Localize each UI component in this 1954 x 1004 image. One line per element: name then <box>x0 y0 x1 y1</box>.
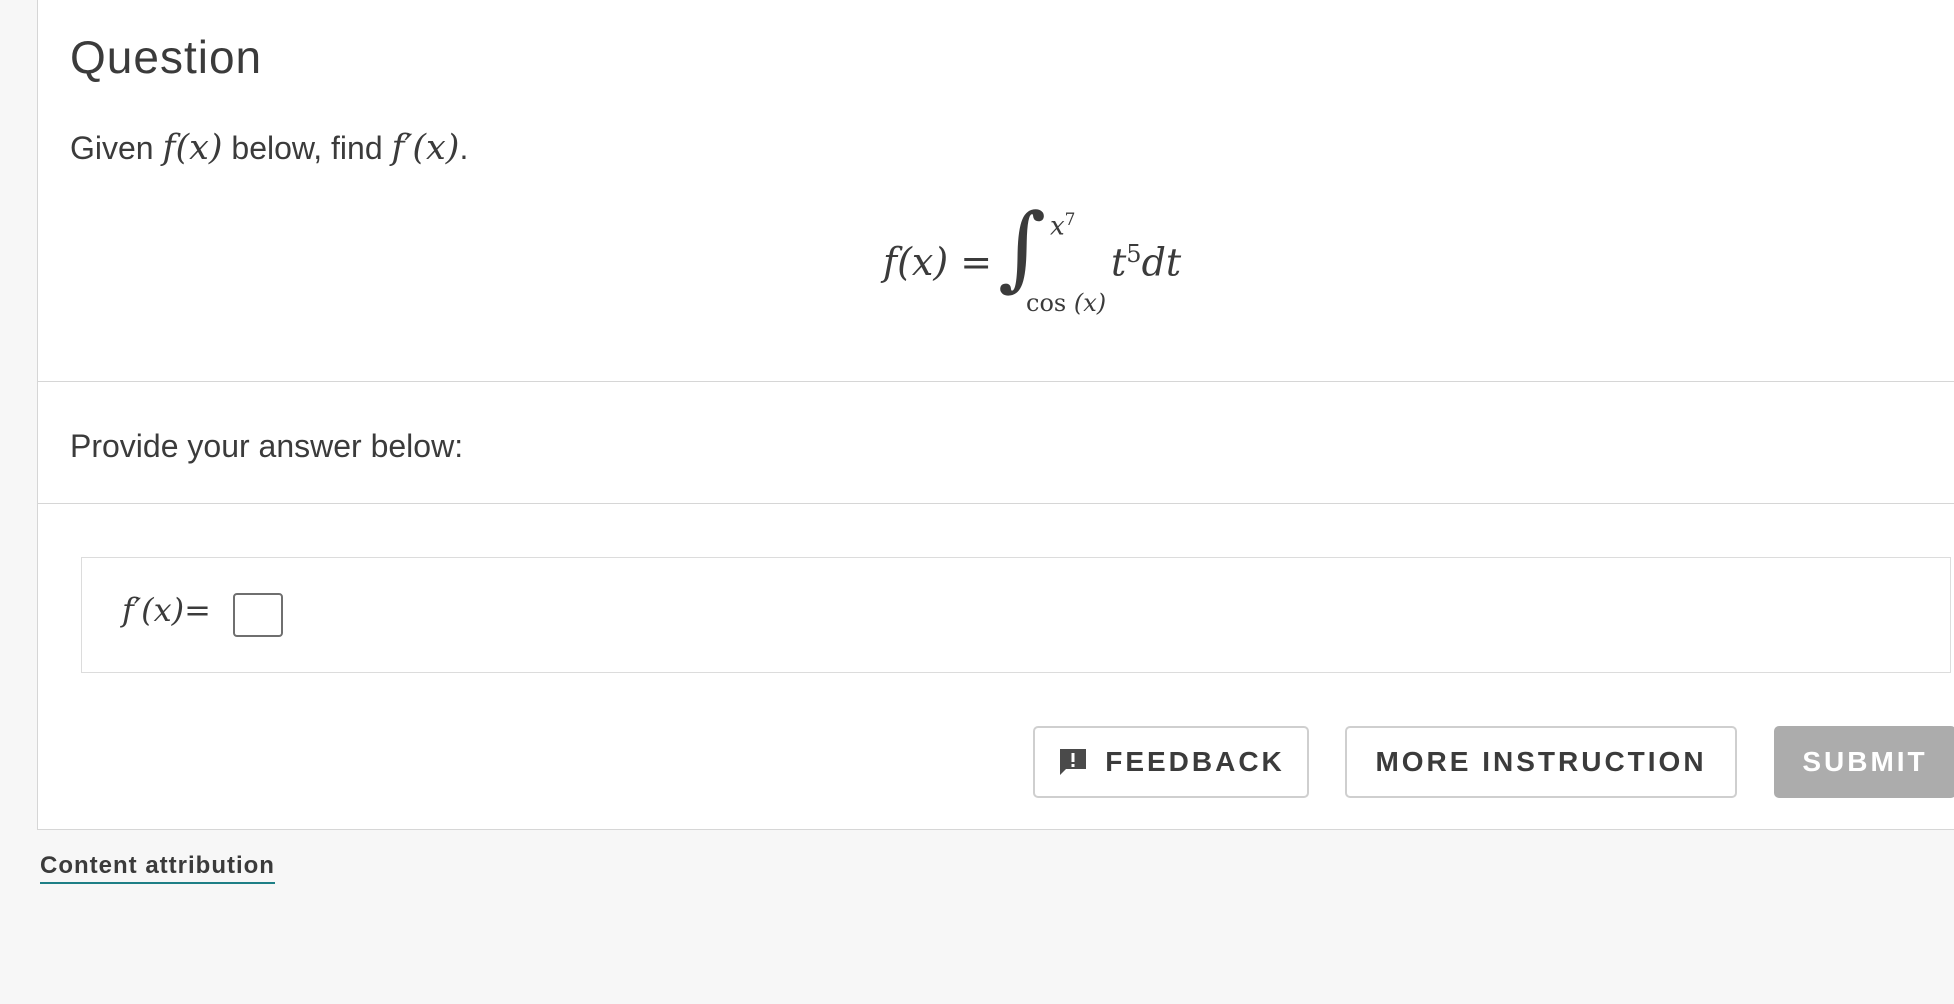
question-heading: Question <box>70 31 263 83</box>
section-divider <box>38 381 1954 382</box>
prompt-end: . <box>459 130 469 166</box>
answer-label: f′(x)= <box>122 591 211 629</box>
prompt-middle: below, find <box>231 130 383 166</box>
equation-fx: f(x) <box>883 240 949 284</box>
equation-equals: = <box>960 240 993 284</box>
more-instruction-button[interactable]: MORE INSTRUCTION <box>1345 726 1737 798</box>
question-prompt: Given f(x) below, find f′(x). <box>70 128 468 168</box>
equation-lhs: f(x) = <box>883 240 992 284</box>
integral-equation: f(x) = ∫ x7 cos (x) t5dt <box>883 200 1223 320</box>
answer-input[interactable] <box>233 593 283 637</box>
answer-equals: = <box>184 591 211 629</box>
feedback-alert-icon <box>1060 749 1087 775</box>
integrand-exponent: 5 <box>1126 240 1142 268</box>
more-instruction-label: MORE INSTRUCTION <box>1375 746 1707 777</box>
integral-upper-limit: x7 <box>1050 210 1076 242</box>
prompt-fx: f(x) <box>162 128 223 168</box>
feedback-label: FEEDBACK <box>1105 746 1285 777</box>
submit-label: SUBMIT <box>1802 746 1928 777</box>
feedback-button[interactable]: FEEDBACK <box>1033 726 1309 798</box>
lower-limit-arg: (x) <box>1073 289 1107 317</box>
prompt-fprime: f′(x) <box>391 128 460 168</box>
section-divider <box>38 503 1954 504</box>
content-attribution-link[interactable]: Content attribution <box>40 852 275 884</box>
integrand-base: t <box>1111 240 1127 285</box>
integral-sign: ∫ <box>998 194 1046 301</box>
question-card: Question Given f(x) below, find f′(x). f… <box>37 0 1954 830</box>
integral-lower-limit: cos (x) <box>1026 289 1106 317</box>
upper-limit-exponent: 7 <box>1064 210 1076 230</box>
answer-fprime: f′(x) <box>122 591 185 629</box>
answer-instruction: Provide your answer below: <box>70 428 464 464</box>
answer-area: f′(x)= <box>81 557 1951 673</box>
submit-button[interactable]: SUBMIT <box>1774 726 1954 798</box>
upper-limit-base: x <box>1050 211 1065 242</box>
lower-limit-func: cos <box>1026 289 1067 317</box>
integrand: t5dt <box>1111 240 1181 285</box>
integrand-differential: dt <box>1141 240 1182 285</box>
prompt-lead: Given <box>70 130 154 166</box>
